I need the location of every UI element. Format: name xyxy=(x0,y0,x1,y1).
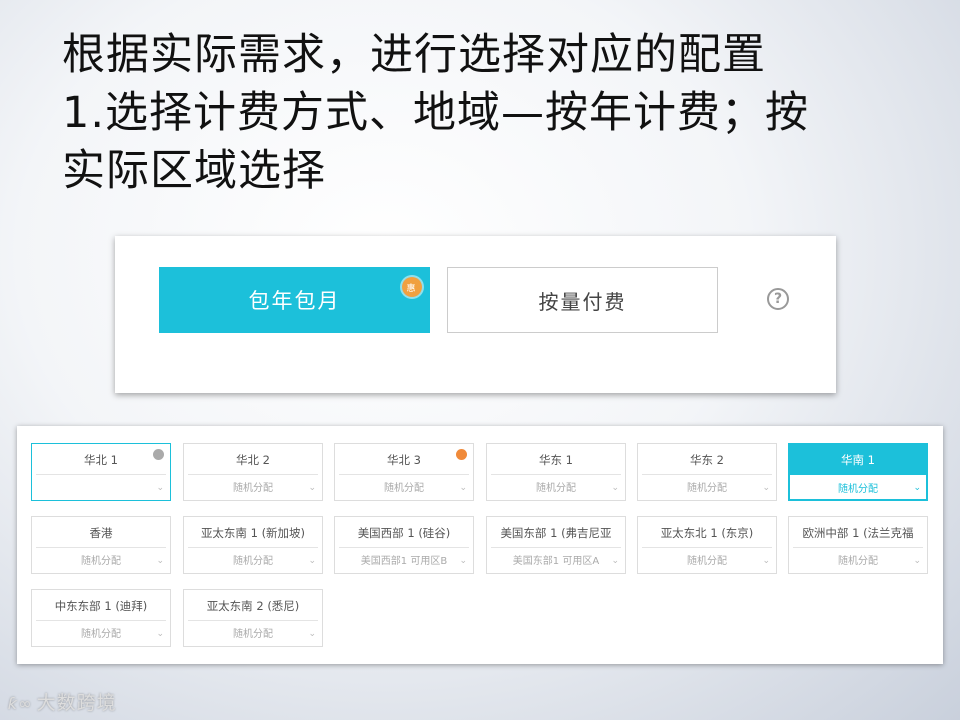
zone-select[interactable]: 随机分配 xyxy=(491,474,621,497)
chevron-down-icon: ⌄ xyxy=(762,483,770,493)
help-icon[interactable]: ? xyxy=(767,288,789,310)
region-card[interactable]: 华北 1 ⌄ xyxy=(31,443,171,501)
zone-select[interactable]: 美国东部1 可用区A xyxy=(491,547,621,570)
chevron-down-icon: ⌄ xyxy=(308,556,316,566)
new-badge-icon xyxy=(456,449,467,460)
region-name: 华北 3 xyxy=(387,452,421,467)
pay-as-you-go-label: 按量付费 xyxy=(538,289,627,314)
region-card[interactable]: 华南 1 随机分配 ⌄ xyxy=(788,443,928,501)
chevron-down-icon: ⌄ xyxy=(611,483,619,493)
region-name: 华东 2 xyxy=(690,452,724,467)
chevron-down-icon: ⌄ xyxy=(308,483,316,493)
annual-billing-button[interactable]: 包年包月 惠 xyxy=(159,267,430,333)
chevron-down-icon: ⌄ xyxy=(156,629,164,639)
discount-badge: 惠 xyxy=(402,277,422,297)
region-card[interactable]: 亚太东南 2 (悉尼) 随机分配 ⌄ xyxy=(183,589,323,647)
region-card[interactable]: 华东 1 随机分配 ⌄ xyxy=(486,443,626,501)
chevron-down-icon: ⌄ xyxy=(459,556,467,566)
zone-select[interactable]: 随机分配 xyxy=(36,547,166,570)
zone-select[interactable]: 随机分配 xyxy=(188,620,318,643)
annual-billing-label: 包年包月 xyxy=(248,289,341,313)
zone-select[interactable]: 随机分配 xyxy=(36,620,166,643)
chevron-down-icon: ⌄ xyxy=(913,556,921,566)
zone-select[interactable]: 随机分配 xyxy=(793,547,923,570)
chevron-down-icon: ⌄ xyxy=(762,556,770,566)
region-card[interactable]: 华北 3 随机分配 ⌄ xyxy=(334,443,474,501)
region-name: 华东 1 xyxy=(539,452,573,467)
slide-title: 根据实际需求，进行选择对应的配置 1.选择计费方式、地域—按年计费；按 实际区域… xyxy=(62,26,922,200)
pay-as-you-go-button[interactable]: 按量付费 xyxy=(447,267,718,333)
region-name: 亚太东南 1 (新加坡) xyxy=(200,525,306,540)
region-card[interactable]: 美国东部 1 (弗吉尼亚美国东部1 可用区A ⌄ xyxy=(486,516,626,574)
zone-select[interactable]: 随机分配 xyxy=(642,474,772,497)
region-selector-panel: 华北 1 ⌄ 华北 2 随机分配 ⌄ 华北 3 随机分配 ⌄ 华东 1 随机分配 ⌄ 华东 2 随机分配… xyxy=(17,426,943,664)
zone-select[interactable]: 随机分配 xyxy=(188,474,318,497)
region-card[interactable]: 华东 2 随机分配 ⌄ xyxy=(637,443,777,501)
info-badge-icon xyxy=(153,449,164,460)
chevron-down-icon: ⌄ xyxy=(459,483,467,493)
watermark-text: 大数跨境 xyxy=(36,692,117,714)
region-card[interactable]: 华北 2 随机分配 ⌄ xyxy=(183,443,323,501)
title-line-1: 根据实际需求，进行选择对应的配置 xyxy=(62,30,766,80)
region-name: 华北 1 xyxy=(84,452,118,467)
zone-select[interactable] xyxy=(36,474,166,497)
region-card[interactable]: 美国西部 1 (硅谷) 美国西部1 可用区B ⌄ xyxy=(334,516,474,574)
region-card[interactable]: 亚太东北 1 (东京) 随机分配 ⌄ xyxy=(637,516,777,574)
region-name: 欧洲中部 1 (法兰克福 xyxy=(802,525,914,540)
region-card[interactable]: 欧洲中部 1 (法兰克福随机分配 ⌄ xyxy=(788,516,928,574)
zone-select[interactable]: 随机分配 xyxy=(339,474,469,497)
title-line-3: 实际区域选择 xyxy=(62,146,326,196)
region-name: 美国东部 1 (弗吉尼亚 xyxy=(500,525,612,540)
region-name: 亚太东北 1 (东京) xyxy=(660,525,754,540)
region-name: 华北 2 xyxy=(236,452,270,467)
chevron-down-icon: ⌄ xyxy=(156,483,164,493)
region-name: 中东东部 1 (迪拜) xyxy=(54,598,148,613)
chevron-down-icon: ⌄ xyxy=(611,556,619,566)
title-line-2: 1.选择计费方式、地域—按年计费；按 xyxy=(62,88,810,138)
region-card[interactable]: 亚太东南 1 (新加坡) 随机分配 ⌄ xyxy=(183,516,323,574)
chevron-down-icon: ⌄ xyxy=(308,629,316,639)
region-name: 华南 1 xyxy=(789,444,927,475)
region-name: 亚太东南 2 (悉尼) xyxy=(206,598,300,613)
zone-select[interactable]: 美国西部1 可用区B xyxy=(339,547,469,570)
zone-select[interactable]: 随机分配 xyxy=(188,547,318,570)
zone-select[interactable]: 随机分配 xyxy=(789,474,927,500)
watermark-logo: ƙ∞ xyxy=(8,694,33,713)
chevron-down-icon: ⌄ xyxy=(913,483,921,493)
billing-method-panel: 包年包月 惠 按量付费 ? xyxy=(115,236,836,393)
region-card[interactable]: 中东东部 1 (迪拜) 随机分配 ⌄ xyxy=(31,589,171,647)
zone-select[interactable]: 随机分配 xyxy=(642,547,772,570)
chevron-down-icon: ⌄ xyxy=(156,556,164,566)
region-name: 美国西部 1 (硅谷) xyxy=(357,525,451,540)
region-name: 香港 xyxy=(89,525,113,540)
watermark: ƙ∞ 大数跨境 xyxy=(8,688,117,715)
region-card[interactable]: 香港随机分配 ⌄ xyxy=(31,516,171,574)
